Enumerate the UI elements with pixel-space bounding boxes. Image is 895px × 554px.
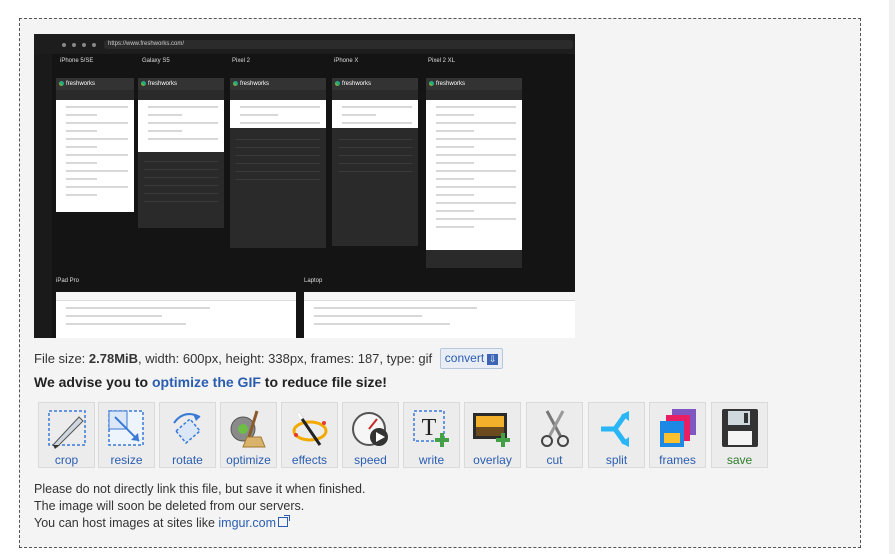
back-icon bbox=[62, 43, 66, 47]
split-label: split bbox=[605, 453, 628, 467]
device-label-1: Galaxy S5 bbox=[142, 58, 170, 64]
effects-icon bbox=[292, 412, 328, 446]
save-label: save bbox=[726, 453, 753, 467]
device-frame-laptop bbox=[304, 292, 575, 338]
device-label-laptop: Laptop bbox=[304, 278, 323, 284]
device-label-ipad: iPad Pro bbox=[56, 278, 80, 284]
device-frame-1: freshworks bbox=[138, 78, 224, 228]
cut-button[interactable]: cut bbox=[526, 402, 583, 468]
crop-button[interactable]: crop bbox=[38, 402, 95, 468]
write-button[interactable]: T write bbox=[403, 402, 460, 468]
device-header-0: freshworks bbox=[56, 78, 134, 90]
file-size: 2.78MiB bbox=[88, 351, 139, 366]
resize-button[interactable]: resize bbox=[98, 402, 155, 468]
device-menu-3 bbox=[332, 100, 418, 128]
optimize-icon bbox=[230, 410, 266, 448]
file-info: File size: 2.78MiB, width: 600px, height… bbox=[34, 348, 504, 370]
speed-button[interactable]: speed bbox=[342, 402, 399, 468]
device-menu-2 bbox=[230, 100, 326, 128]
rotate-button[interactable]: rotate bbox=[159, 402, 216, 468]
resize-label: resize bbox=[110, 453, 143, 467]
preview-url: https://www.freshworks.com/ bbox=[104, 40, 573, 49]
effects-button[interactable]: effects bbox=[281, 402, 338, 468]
svg-text:T: T bbox=[422, 415, 437, 441]
device-label-3: iPhone X bbox=[334, 58, 359, 64]
file-info-prefix: File size: bbox=[34, 351, 89, 366]
browser-bar: https://www.freshworks.com/ bbox=[34, 34, 575, 54]
external-link-icon bbox=[278, 515, 291, 527]
crop-label: crop bbox=[54, 453, 79, 467]
device-header-4: freshworks bbox=[426, 78, 522, 90]
device-header-1: freshworks bbox=[138, 78, 224, 90]
device-label-2: Pixel 2 bbox=[232, 58, 251, 64]
device-frame-2: freshworks bbox=[230, 78, 326, 248]
device-menu-1 bbox=[138, 100, 224, 152]
cut-icon bbox=[541, 410, 569, 447]
device-label-4: Pixel 2 XL bbox=[428, 58, 456, 64]
frames-button[interactable]: frames bbox=[649, 402, 706, 468]
frames-label: frames bbox=[659, 453, 696, 467]
optimize-label: optimize bbox=[226, 453, 271, 467]
forward-icon bbox=[72, 43, 76, 47]
cut-label: cut bbox=[546, 453, 563, 467]
imgur-link[interactable]: imgur.com bbox=[218, 516, 276, 530]
reload-icon bbox=[82, 43, 86, 47]
device-frame-4: freshworks bbox=[426, 78, 522, 268]
note-line-2: The image will soon be deleted from our … bbox=[34, 499, 305, 513]
device-menu-0 bbox=[56, 100, 134, 212]
note-line-3: You can host images at sites like imgur.… bbox=[34, 515, 365, 532]
overlay-label: overlay bbox=[473, 453, 512, 467]
overlay-button[interactable]: overlay bbox=[464, 402, 521, 468]
device-header-3: freshworks bbox=[332, 78, 418, 90]
speed-icon bbox=[352, 412, 388, 446]
split-button[interactable]: split bbox=[588, 402, 645, 468]
download-icon: ⇩ bbox=[487, 354, 499, 365]
home-icon bbox=[92, 43, 96, 47]
rotate-icon bbox=[173, 413, 202, 445]
crop-icon bbox=[48, 410, 86, 449]
effects-label: effects bbox=[291, 453, 328, 467]
optimize-button[interactable]: optimize bbox=[220, 402, 277, 468]
speed-label: speed bbox=[354, 453, 387, 467]
device-frame-0: freshworks bbox=[56, 78, 134, 212]
note-line-3-prefix: You can host images at sites like bbox=[34, 516, 219, 530]
save-icon bbox=[722, 409, 758, 447]
device-menu-4 bbox=[426, 100, 522, 250]
notes: Please do not directly link this file, b… bbox=[34, 481, 365, 532]
write-label: write bbox=[418, 453, 445, 467]
gif-preview: https://www.freshworks.com/ iPhone 5/SE … bbox=[34, 34, 575, 338]
save-button[interactable]: save bbox=[711, 402, 768, 468]
device-header-2: freshworks bbox=[230, 78, 326, 90]
advise-before: We advise you to bbox=[34, 374, 152, 390]
advise-after: to reduce file size! bbox=[260, 374, 387, 390]
frames-icon bbox=[660, 409, 696, 447]
device-frame-3: freshworks bbox=[332, 78, 418, 246]
resize-icon bbox=[108, 410, 144, 446]
overlay-icon bbox=[473, 413, 510, 447]
optimize-gif-link[interactable]: optimize the GIF bbox=[152, 374, 261, 390]
page-scrollbar[interactable] bbox=[889, 0, 895, 554]
write-icon: T bbox=[413, 410, 449, 447]
result-panel: https://www.freshworks.com/ iPhone 5/SE … bbox=[19, 18, 861, 548]
rotate-label: rotate bbox=[172, 453, 203, 467]
file-details: , width: 600px, height: 338px, frames: 1… bbox=[138, 351, 433, 366]
preview-left-rail bbox=[34, 54, 52, 338]
convert-button[interactable]: convert ⇩ bbox=[439, 348, 504, 369]
convert-label: convert bbox=[444, 351, 485, 365]
device-frame-ipad bbox=[56, 292, 296, 338]
note-line-1: Please do not directly link this file, b… bbox=[34, 482, 366, 496]
split-icon bbox=[601, 411, 629, 447]
device-label-0: iPhone 5/SE bbox=[60, 58, 94, 64]
advise-text: We advise you to optimize the GIF to red… bbox=[34, 374, 387, 390]
